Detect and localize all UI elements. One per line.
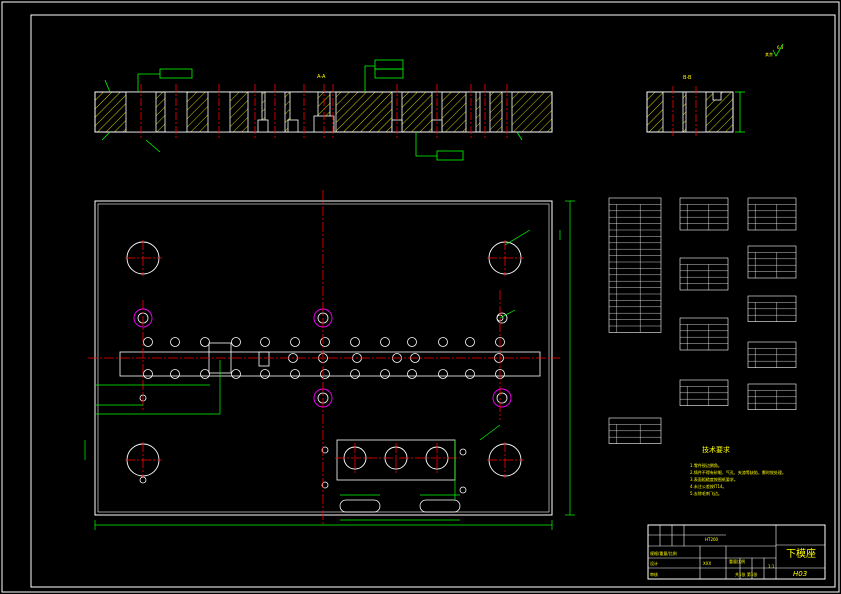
plan-view: [84, 190, 575, 530]
title-material: HT200: [705, 537, 719, 542]
roughness-symbol: 其余 6.3: [765, 43, 784, 57]
roughness-note: 其余: [765, 51, 773, 57]
title-row-b: 重量比例: [729, 558, 745, 564]
hole-table: [747, 295, 797, 322]
hole-table: [747, 197, 797, 231]
hole-table: [679, 317, 729, 351]
cad-drawing: A-A B-B 其余 6.3 技术要求 1.零件锐边倒角。 2.铸件不得有砂眼、…: [1, 1, 840, 593]
title-row-a: 规格/重量/比例: [650, 550, 677, 556]
tech-heading: 技术要求: [702, 445, 730, 454]
hole-tables: [608, 197, 797, 444]
tech-item-5: 5.去除毛刺飞边。: [690, 490, 722, 496]
hole-table: [608, 197, 662, 333]
title-scale: 1:1: [768, 564, 775, 569]
section-bb-label: B-B: [683, 75, 692, 81]
tech-item-2: 2.铸件不得有砂眼、气孔、夹渣等缺陷，需时效处理。: [690, 469, 786, 475]
hole-table: [608, 417, 662, 444]
section-aa-label: A-A: [317, 74, 326, 80]
hole-table: [747, 341, 797, 368]
hole-table: [747, 383, 797, 410]
tech-item-3: 3.表面粗糙度按图纸要求。: [690, 476, 738, 482]
drawing-number: H03: [793, 570, 807, 578]
hole-table: [747, 245, 797, 279]
title-designer: 设计: [650, 560, 658, 566]
tech-requirements: 技术要求 1.零件锐边倒角。 2.铸件不得有砂眼、气孔、夹渣等缺陷，需时效处理。…: [690, 445, 786, 496]
part-name: 下模座: [786, 547, 816, 560]
tech-item-4: 4.未注公差按IT14。: [690, 483, 727, 489]
hole-table: [679, 257, 729, 291]
title-checker: 审核: [650, 571, 658, 577]
tech-item-1: 1.零件锐边倒角。: [690, 462, 722, 468]
title-row-c: 共1张 第1张: [735, 571, 757, 577]
hole-table: [679, 379, 729, 406]
roughness-value: 6.3: [777, 45, 784, 50]
section-view-aa: A-A: [94, 59, 553, 161]
title-block: HT200 规格/重量/比例 重量比例 共1张 第1张 设计 审核 XXX 1:…: [647, 524, 826, 580]
hole-table: [679, 197, 729, 231]
title-school: XXX: [703, 561, 711, 566]
section-view-bb: B-B: [646, 75, 745, 138]
